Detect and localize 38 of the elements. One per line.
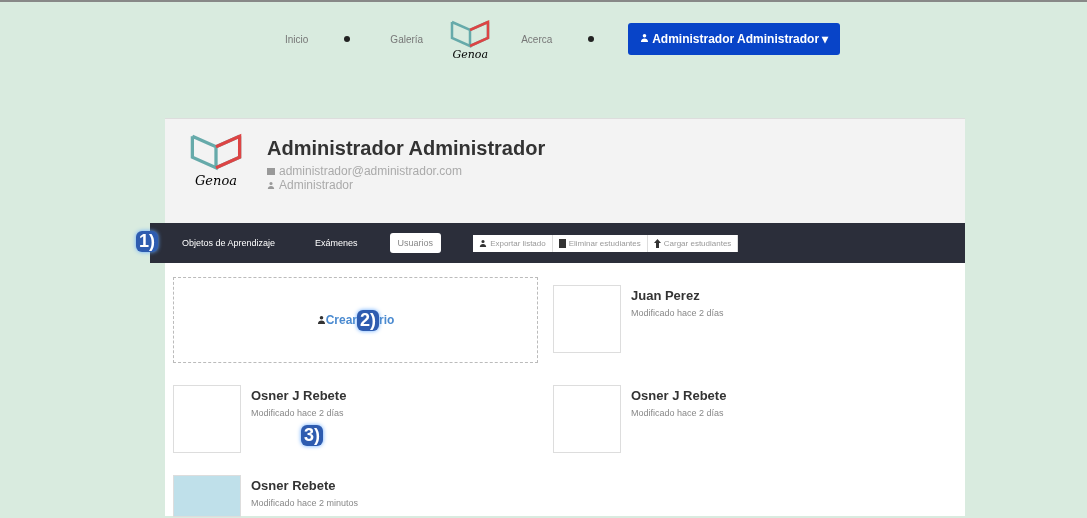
user-icon — [267, 180, 275, 190]
bullet-icon — [588, 36, 595, 42]
modified-text: Modificado hace 2 minutos — [251, 498, 359, 508]
profile-email: administrador@administrador.com — [279, 164, 462, 178]
avatar-placeholder — [173, 385, 241, 453]
nav-link[interactable]: Galería — [390, 33, 424, 45]
photo-placeholder — [173, 475, 241, 517]
avatar-placeholder — [553, 385, 621, 453]
callout-badge: 1) — [136, 231, 158, 252]
user-menu-button[interactable]: Administrador Administrador ▾ — [628, 23, 841, 55]
profile-name: Administrador Administrador — [267, 137, 546, 160]
profile-role: Administrador — [279, 178, 354, 192]
user-icon — [479, 238, 488, 248]
user-name[interactable]: Juan Perez — [631, 288, 724, 303]
callout-badge: 3) — [301, 425, 323, 446]
user-icon — [316, 315, 326, 325]
user-name[interactable]: Osner J Rebete — [251, 388, 347, 403]
user-icon — [640, 33, 650, 43]
logo: Genoa — [183, 131, 249, 223]
modified-text: Modificado hace 2 días — [631, 308, 724, 318]
trash-icon — [558, 238, 566, 248]
tab[interactable]: Objetos de Aprendizaje — [174, 233, 284, 253]
nav-link[interactable]: Inicio — [285, 33, 309, 45]
envelope-icon — [267, 167, 275, 175]
box-logo-icon — [449, 17, 492, 50]
user-name[interactable]: Osner J Rebete — [631, 388, 727, 403]
modified-text: Modificado hace 2 días — [631, 408, 725, 418]
upload-icon — [653, 238, 661, 248]
nav-link[interactable]: Acerca — [521, 33, 553, 45]
callout-badge: 2) — [357, 309, 379, 331]
logo[interactable]: Genoa — [449, 17, 492, 61]
user-name[interactable]: Osner Rebete — [251, 478, 359, 493]
create-user-link[interactable]: Crear 2) rio — [316, 309, 395, 331]
avatar-placeholder — [553, 285, 621, 353]
bullet-icon — [344, 36, 351, 42]
tab[interactable]: Usuarios — [389, 233, 442, 253]
tab[interactable]: Exámenes — [307, 233, 366, 253]
modified-text: Modificado hace 2 días — [251, 408, 345, 418]
